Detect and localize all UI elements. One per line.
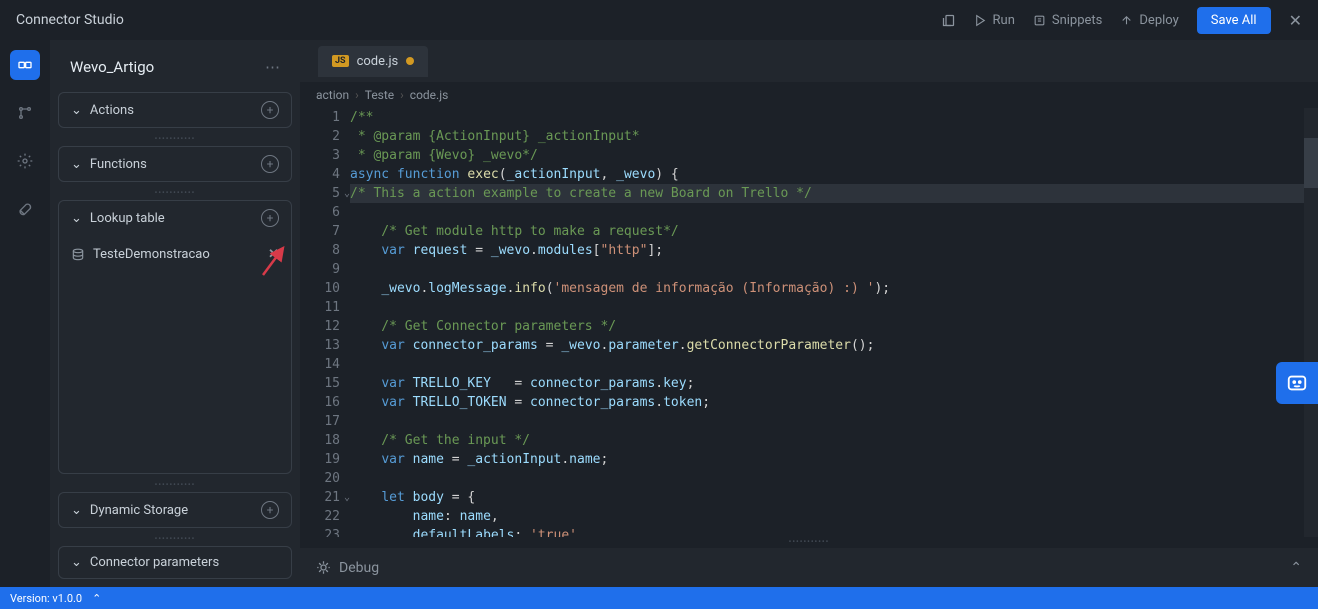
- code-body[interactable]: /** * @param {ActionInput} _actionInput*…: [350, 108, 1318, 537]
- connector-icon[interactable]: [10, 50, 40, 80]
- lookup-item-name: TesteDemonstracao: [93, 247, 210, 262]
- tab-code-js[interactable]: JS code.js: [318, 46, 428, 77]
- debug-label: Debug: [339, 560, 379, 576]
- js-badge-icon: JS: [332, 55, 349, 67]
- lookup-item[interactable]: TesteDemonstracao ✕: [59, 239, 291, 270]
- app-title: Connector Studio: [16, 12, 124, 28]
- panel-actions-label: Actions: [90, 103, 134, 118]
- clipboard-icon[interactable]: [941, 13, 956, 28]
- chevron-right-icon: ›: [355, 88, 359, 102]
- debug-bar[interactable]: Debug ⌃: [300, 547, 1318, 587]
- panel-dynamic-storage-header[interactable]: ⌄ Dynamic Storage +: [59, 493, 291, 527]
- add-action-button[interactable]: +: [261, 101, 279, 119]
- close-icon[interactable]: ✕: [1289, 11, 1302, 30]
- chevron-right-icon: ›: [400, 88, 404, 102]
- snippets-label: Snippets: [1052, 13, 1103, 28]
- chevron-up-icon[interactable]: ⌃: [1290, 560, 1302, 576]
- editor-area: JS code.js action › Teste › code.js 1234…: [300, 40, 1318, 587]
- lookup-body: TesteDemonstracao ✕: [59, 235, 291, 274]
- app-root: Connector Studio Run Snippets Deploy Sav…: [0, 0, 1318, 609]
- topbar-actions: Run Snippets Deploy Save All ✕: [941, 7, 1302, 34]
- database-icon: [71, 248, 85, 262]
- project-header: Wevo_Artigo ⋯: [58, 48, 292, 86]
- line-gutter: 1234567891011121314151617181920212223: [300, 108, 350, 537]
- project-menu-icon[interactable]: ⋯: [265, 58, 280, 76]
- save-all-button[interactable]: Save All: [1197, 7, 1271, 34]
- deploy-label: Deploy: [1139, 13, 1178, 28]
- panel-lookup-header[interactable]: ⌄ Lookup table +: [59, 201, 291, 235]
- bug-icon: [316, 560, 331, 575]
- topbar: Connector Studio Run Snippets Deploy Sav…: [0, 0, 1318, 40]
- help-widget[interactable]: [1276, 362, 1318, 404]
- delete-lookup-icon[interactable]: ✕: [268, 247, 279, 262]
- separator: •••••••••••: [58, 134, 292, 140]
- resize-handle[interactable]: •••••••••••: [300, 537, 1318, 547]
- panel-functions-header[interactable]: ⌄ Functions +: [59, 147, 291, 181]
- panel-connector-params-label: Connector parameters: [90, 555, 219, 570]
- panel-functions: ⌄ Functions +: [58, 146, 292, 182]
- chevron-down-icon: ⌄: [71, 555, 82, 570]
- snippets-button[interactable]: Snippets: [1033, 13, 1103, 28]
- dirty-indicator-icon: [406, 57, 414, 65]
- icon-sidebar: [0, 40, 50, 587]
- breadcrumb-item[interactable]: Teste: [365, 88, 394, 102]
- run-label: Run: [993, 13, 1015, 28]
- gear-icon[interactable]: [10, 146, 40, 176]
- separator: •••••••••••: [58, 188, 292, 194]
- main-region: Wevo_Artigo ⋯ ⌄ Actions + ••••••••••• ⌄ Fu…: [0, 40, 1318, 587]
- panel-lookup: ⌄ Lookup table + TesteDemonstracao ✕: [58, 200, 292, 474]
- add-storage-button[interactable]: +: [261, 501, 279, 519]
- tab-bar: JS code.js: [300, 40, 1318, 82]
- panel-dynamic-storage: ⌄ Dynamic Storage +: [58, 492, 292, 528]
- add-function-button[interactable]: +: [261, 155, 279, 173]
- separator: •••••••••••: [58, 480, 292, 486]
- tab-filename: code.js: [357, 54, 399, 69]
- panel-dynamic-storage-label: Dynamic Storage: [90, 503, 188, 518]
- minimap-thumb[interactable]: [1304, 138, 1318, 188]
- run-button[interactable]: Run: [974, 13, 1015, 28]
- deploy-button[interactable]: Deploy: [1120, 13, 1178, 28]
- panel-actions: ⌄ Actions +: [58, 92, 292, 128]
- chevron-down-icon: ⌄: [71, 157, 82, 172]
- project-name: Wevo_Artigo: [70, 58, 154, 76]
- separator: •••••••••••: [58, 534, 292, 540]
- breadcrumb: action › Teste › code.js: [300, 82, 1318, 108]
- chevron-down-icon: ⌄: [71, 503, 82, 518]
- chevron-down-icon: ⌄: [71, 103, 82, 118]
- panel-functions-label: Functions: [90, 157, 147, 172]
- chevron-up-icon[interactable]: ⌃: [92, 592, 101, 605]
- breadcrumb-item[interactable]: code.js: [410, 88, 448, 102]
- minimap[interactable]: [1304, 108, 1318, 537]
- panel-connector-params-header[interactable]: ⌄ Connector parameters: [59, 547, 291, 578]
- code-editor[interactable]: 1234567891011121314151617181920212223 /*…: [300, 108, 1318, 537]
- panel-connector-params: ⌄ Connector parameters: [58, 546, 292, 579]
- add-lookup-button[interactable]: +: [261, 209, 279, 227]
- version-bar: Version: v1.0.0 ⌃: [0, 587, 1318, 609]
- version-label: Version: v1.0.0: [10, 592, 82, 605]
- chevron-down-icon: ⌄: [71, 211, 82, 226]
- panel-actions-header[interactable]: ⌄ Actions +: [59, 93, 291, 127]
- panel-lookup-label: Lookup table: [90, 211, 165, 226]
- rocket-icon[interactable]: [10, 194, 40, 224]
- breadcrumb-item[interactable]: action: [316, 88, 349, 102]
- sidebar: Wevo_Artigo ⋯ ⌄ Actions + ••••••••••• ⌄ Fu…: [50, 40, 300, 587]
- branch-icon[interactable]: [10, 98, 40, 128]
